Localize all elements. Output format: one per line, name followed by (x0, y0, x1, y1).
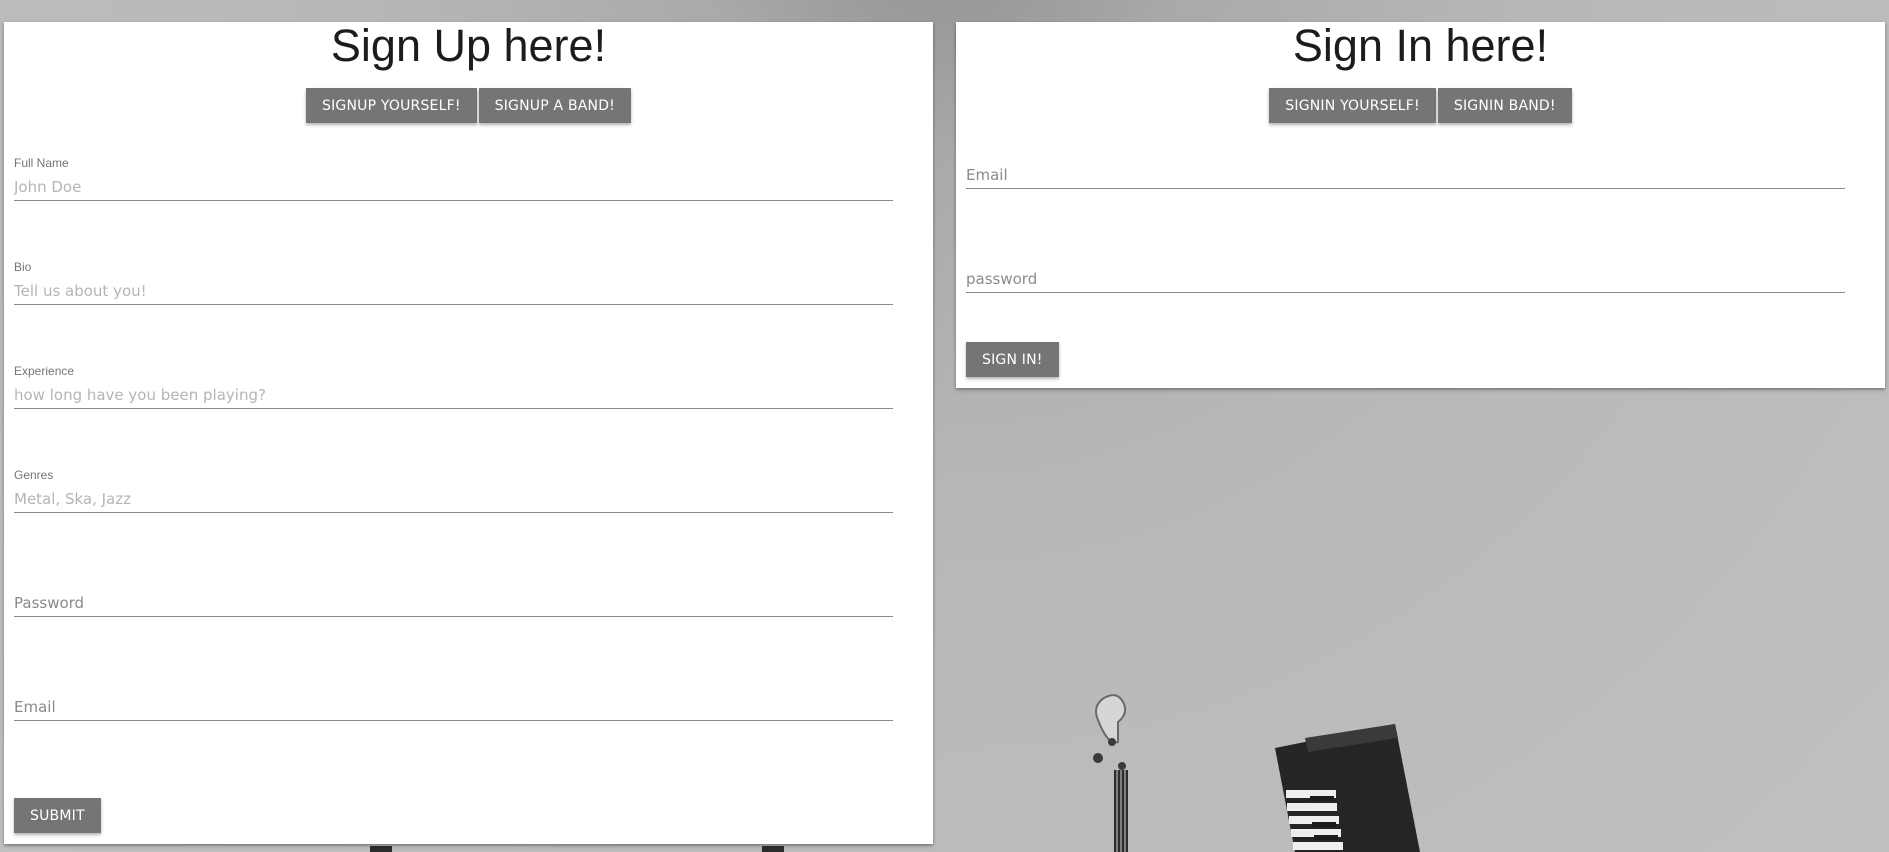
experience-label: Experience (14, 364, 75, 378)
full-name-label: Full Name (14, 156, 69, 170)
bio-input[interactable] (14, 278, 893, 305)
signin-card: Sign In here! SIGNIN YOURSELF! SIGNIN BA… (956, 22, 1885, 388)
signup-card: Sign Up here! SIGNUP YOURSELF! SIGNUP A … (4, 22, 933, 844)
signup-band-button[interactable]: SIGNUP A BAND! (478, 88, 631, 123)
full-name-input[interactable] (14, 174, 893, 201)
signin-type-toggle: SIGNIN YOURSELF! SIGNIN BAND! (956, 88, 1885, 123)
stand-image-left (370, 846, 392, 852)
signin-email-input[interactable] (966, 162, 1845, 189)
signin-yourself-button[interactable]: SIGNIN YOURSELF! (1269, 88, 1436, 123)
signin-title: Sign In here! (1292, 20, 1549, 71)
bio-label: Bio (14, 260, 32, 274)
keyboard-image (1275, 724, 1420, 852)
experience-input[interactable] (14, 382, 893, 409)
signin-password-input[interactable] (966, 266, 1845, 293)
password-input[interactable] (14, 590, 893, 617)
submit-button[interactable]: SUBMIT (14, 798, 101, 833)
signup-yourself-button[interactable]: SIGNUP YOURSELF! (305, 88, 477, 123)
sign-in-button[interactable]: SIGN IN! (966, 342, 1059, 377)
signup-type-toggle: SIGNUP YOURSELF! SIGNUP A BAND! (4, 88, 933, 123)
signup-title: Sign Up here! (330, 20, 607, 71)
genres-input[interactable] (14, 486, 893, 513)
email-input[interactable] (14, 694, 893, 721)
genres-label: Genres (14, 468, 54, 482)
bass-guitar-image (1093, 694, 1128, 852)
signin-band-button[interactable]: SIGNIN BAND! (1437, 88, 1572, 123)
stand-image-right (762, 846, 784, 852)
